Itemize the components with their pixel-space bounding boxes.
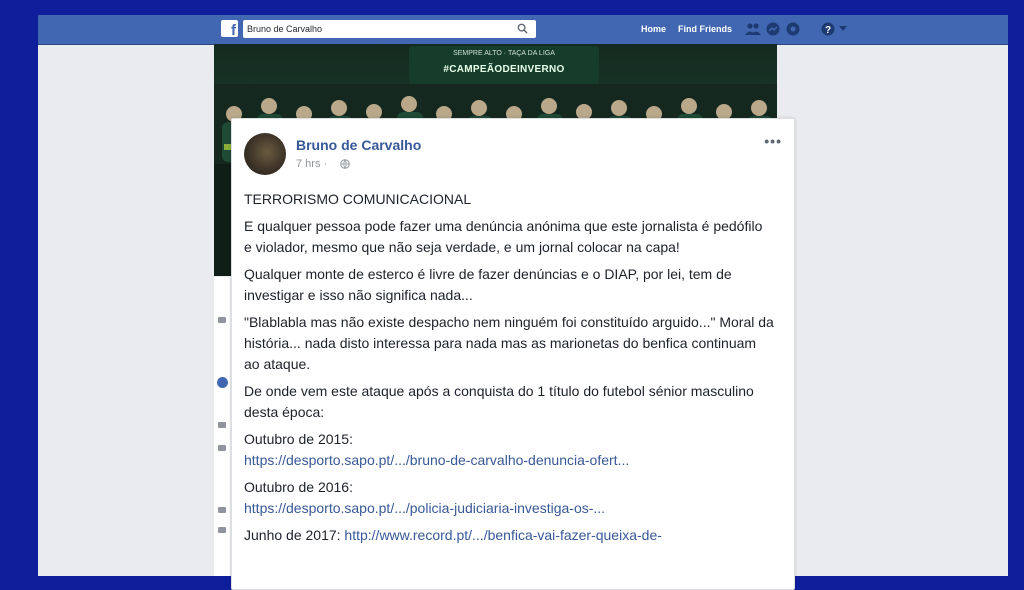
post-item-label: Outubro de 2016: — [244, 479, 353, 495]
post-link[interactable]: https://desporto.sapo.pt/.../policia-jud… — [244, 500, 605, 516]
post-link[interactable]: http://www.record.pt/.../benfica-vai-faz… — [344, 527, 661, 543]
globe-icon — [340, 159, 350, 169]
nav-find-friends-link[interactable]: Find Friends — [678, 24, 732, 34]
post-list-item: Junho de 2017: http://www.record.pt/.../… — [244, 525, 774, 546]
post-card: Bruno de Carvalho 7 hrs · ••• TERRORISMO… — [231, 118, 795, 590]
post-list-item: Outubro de 2016: https://desporto.sapo.p… — [244, 477, 774, 519]
post-paragraph: "Blablabla mas não existe despacho nem n… — [244, 314, 774, 372]
post-paragraph: De onde vem este ataque após a conquista… — [244, 383, 754, 420]
cover-banner-subtext: SEMPRE ALTO · TAÇA DA LIGA — [453, 50, 555, 57]
help-icon[interactable]: ? — [821, 22, 835, 36]
facebook-topbar: f Home Find Friends ? — [38, 15, 1008, 45]
info-icon — [217, 377, 228, 388]
post-body: TERRORISMO COMUNICACIONAL E qualquer pes… — [244, 189, 774, 552]
svg-text:?: ? — [825, 25, 831, 36]
avatar[interactable] — [244, 133, 286, 175]
friend-requests-icon[interactable] — [745, 22, 761, 36]
facebook-logo[interactable]: f — [221, 20, 238, 37]
sidebar-stub — [218, 507, 226, 513]
cover-banner-hashtag: #CAMPEÃODEINVERNO — [443, 64, 565, 75]
left-sidebar-strip — [214, 277, 230, 576]
post-list-item: Outubro de 2015: https://desporto.sapo.p… — [244, 429, 774, 471]
more-options-icon[interactable]: ••• — [764, 133, 782, 149]
post-item-label: Outubro de 2015: — [244, 431, 353, 447]
search-box[interactable] — [243, 20, 536, 38]
search-icon[interactable] — [517, 23, 528, 34]
post-timestamp[interactable]: 7 hrs · — [296, 158, 327, 170]
nav-home-link[interactable]: Home — [641, 24, 666, 34]
post-link[interactable]: https://desporto.sapo.pt/.../bruno-de-ca… — [244, 452, 629, 468]
post-author-name[interactable]: Bruno de Carvalho — [296, 137, 421, 153]
sidebar-stub — [218, 317, 226, 323]
post-headline: TERRORISMO COMUNICACIONAL — [244, 191, 472, 207]
post-item-label: Junho de 2017: — [244, 527, 341, 543]
sidebar-stub — [218, 445, 226, 451]
search-input[interactable] — [247, 22, 507, 36]
account-menu-chevron-icon[interactable] — [839, 26, 847, 32]
sidebar-stub — [218, 527, 226, 533]
post-paragraph: E qualquer pessoa pode fazer uma denúnci… — [244, 218, 763, 255]
cover-banner: SEMPRE ALTO · TAÇA DA LIGA #CAMPEÃODEINV… — [409, 46, 599, 84]
sidebar-stub — [218, 422, 226, 428]
post-paragraph: Qualquer monte de esterco é livre de faz… — [244, 266, 732, 303]
notifications-icon[interactable] — [786, 22, 800, 36]
messenger-icon[interactable] — [766, 22, 780, 36]
